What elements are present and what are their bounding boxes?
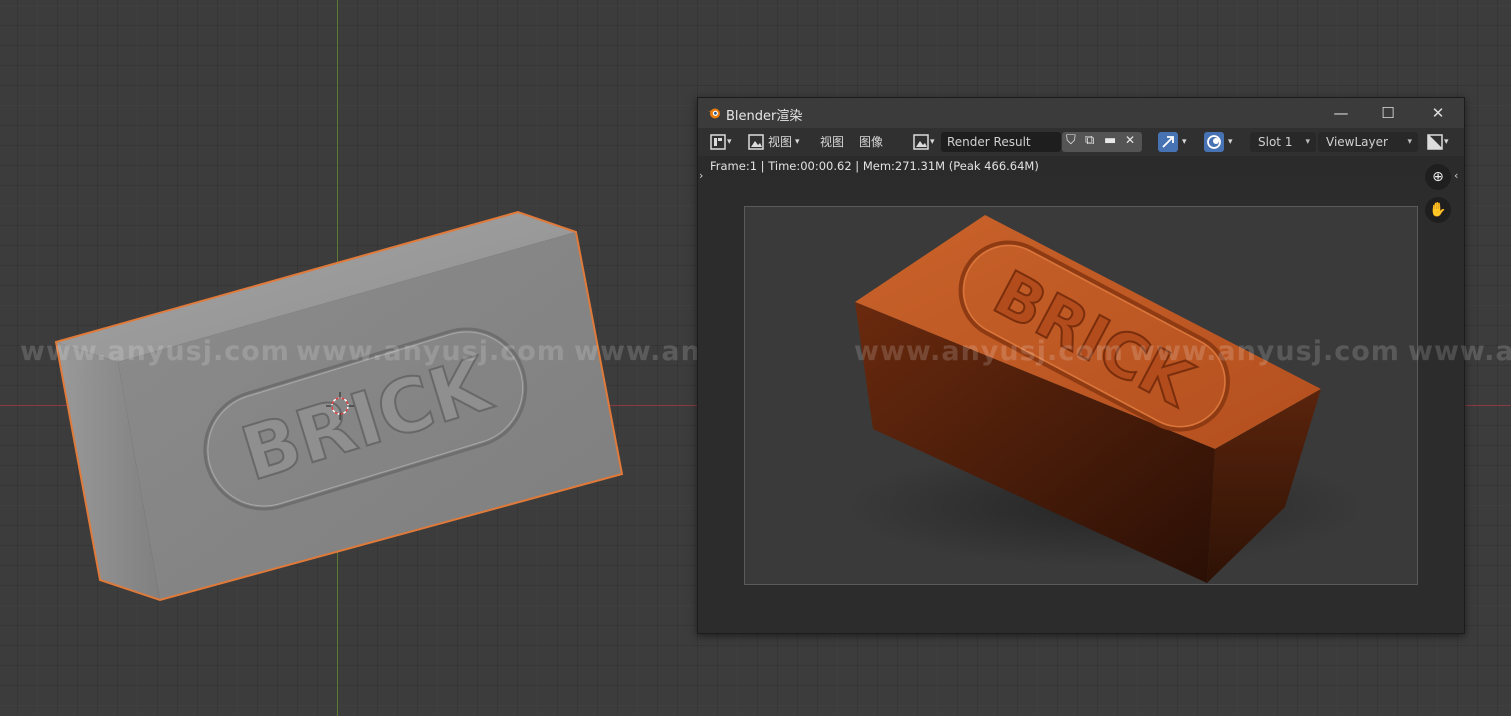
overlay-circles-icon xyxy=(1207,135,1221,149)
open-folder-icon[interactable]: ▬ xyxy=(1104,133,1116,148)
pan-hand-icon[interactable]: ✋ xyxy=(1425,197,1451,223)
slot-dropdown[interactable]: Slot 1 ▾ xyxy=(1250,132,1316,152)
chevron-down-icon: ▾ xyxy=(1407,137,1412,147)
chevron-down-icon: ▾ xyxy=(930,137,935,147)
minimize-button[interactable]: — xyxy=(1318,98,1364,128)
view-menu[interactable]: 视图 xyxy=(820,132,844,152)
render-result-image[interactable]: BRICK xyxy=(744,206,1418,585)
image-name-field[interactable]: Render Result xyxy=(941,132,1061,152)
chevron-down-icon[interactable]: ▾ xyxy=(1228,132,1233,152)
slot-value: Slot 1 xyxy=(1258,135,1293,149)
image-browse-icon xyxy=(913,134,929,150)
rendered-brick: BRICK xyxy=(845,215,1365,583)
watermark: www.anyusj.com xyxy=(296,336,566,367)
sidebar-expand-arrow-icon[interactable]: ‹ xyxy=(1454,169,1458,182)
fake-user-shield-icon[interactable]: ⛉ xyxy=(1066,133,1076,148)
maximize-button[interactable]: ☐ xyxy=(1365,98,1411,128)
image-name-text: Render Result xyxy=(947,135,1031,149)
watermark: www.anyusj.com xyxy=(1130,336,1400,367)
unlink-close-icon[interactable]: ✕ xyxy=(1125,133,1135,147)
image-actions-group: ⛉ ⧉ ▬ ✕ xyxy=(1062,132,1142,152)
gizmo-toggle-button[interactable] xyxy=(1158,132,1178,152)
image-icon xyxy=(748,134,764,150)
window-title: Blender渲染 xyxy=(726,109,803,124)
zoom-icon[interactable]: ⊕ xyxy=(1425,164,1451,190)
editor-type-menu[interactable]: ▾ xyxy=(708,132,736,152)
display-channels-menu[interactable]: ▾ xyxy=(1426,132,1454,152)
chevron-down-icon: ▾ xyxy=(1444,137,1449,147)
overlay-toggle-button[interactable] xyxy=(1204,132,1224,152)
chevron-down-icon: ▾ xyxy=(727,137,732,147)
image-menu[interactable]: 图像 xyxy=(859,132,883,152)
duplicate-icon[interactable]: ⧉ xyxy=(1085,133,1094,148)
chevron-down-icon[interactable]: ▾ xyxy=(1182,132,1187,152)
image-editor-icon xyxy=(710,134,726,150)
channels-icon xyxy=(1427,134,1443,150)
chevron-down-icon: ▾ xyxy=(1305,137,1310,147)
browse-image-button[interactable]: ▾ xyxy=(911,132,939,152)
watermark: www.anyusj.com xyxy=(20,336,290,367)
gizmo-arrow-icon xyxy=(1162,136,1174,148)
toolbar-expand-arrow-icon[interactable]: › xyxy=(699,169,703,182)
view-mode-label: 视图 xyxy=(768,135,793,149)
chevron-down-icon: ▾ xyxy=(795,137,800,147)
render-stats: Frame:1 | Time:00:00.62 | Mem:271.31M (P… xyxy=(710,159,1039,173)
image-editor-header: ▾ 视图 ▾ 视图 图像 ▾ Render Result ⛉ ⧉ ▬ ✕ ▾ ▾… xyxy=(698,128,1464,156)
view-layer-dropdown[interactable]: ViewLayer ▾ xyxy=(1318,132,1418,152)
close-button[interactable]: ✕ xyxy=(1415,98,1461,128)
watermark: www.anyusj.com xyxy=(1408,336,1511,367)
render-window[interactable]: Blender渲染 — ☐ ✕ ▾ 视图 ▾ 视图 图像 ▾ Render Re… xyxy=(697,97,1465,634)
view-mode-menu[interactable]: 视图 ▾ xyxy=(746,132,806,152)
blender-logo-icon xyxy=(708,108,720,119)
watermark: www.anyusj.com xyxy=(854,336,1124,367)
view-layer-value: ViewLayer xyxy=(1326,135,1388,149)
window-titlebar[interactable]: Blender渲染 — ☐ ✕ xyxy=(698,98,1464,128)
